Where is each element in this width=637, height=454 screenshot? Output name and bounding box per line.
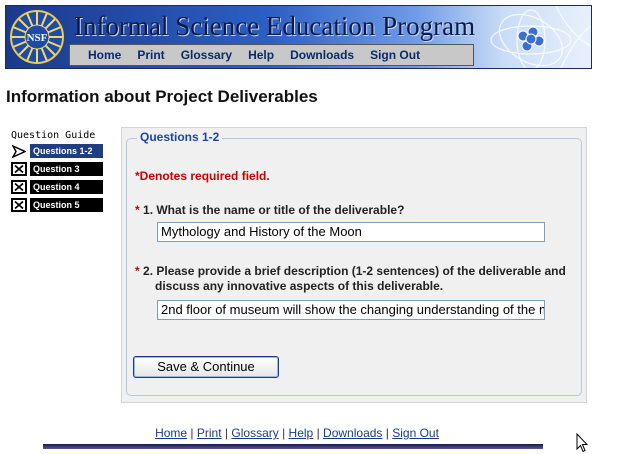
question-guide-title: Question Guide	[11, 130, 96, 141]
x-box-icon	[11, 180, 27, 194]
science-graphic	[490, 6, 591, 68]
required-marker: *	[135, 203, 140, 217]
nav-signout-link[interactable]: Sign Out	[370, 48, 420, 62]
fieldset-legend: Questions 1-2	[137, 130, 223, 144]
nav-glossary-link[interactable]: Glossary	[181, 48, 232, 62]
question-1-label: * 1. What is the name or title of the de…	[135, 203, 404, 217]
svg-text:NSF: NSF	[27, 32, 48, 44]
footer-glossary-link[interactable]: Glossary	[231, 426, 278, 440]
nav-home-link[interactable]: Home	[88, 48, 121, 62]
x-box-icon	[11, 198, 27, 212]
footer-home-link[interactable]: Home	[155, 426, 187, 440]
footer-separator: |	[316, 426, 320, 440]
guide-item-question-5[interactable]: Question 5	[11, 197, 103, 213]
question-guide: Question Guide Questions 1-2 Question 3 …	[11, 130, 103, 215]
guide-item-label: Questions 1-2	[30, 144, 103, 158]
required-note-text: Denotes required field.	[139, 169, 270, 183]
x-box-icon	[11, 162, 27, 176]
footer-print-link[interactable]: Print	[197, 426, 222, 440]
footer-bar	[43, 444, 543, 449]
guide-item-label: Question 4	[30, 180, 103, 194]
guide-item-label: Question 5	[30, 198, 103, 212]
deliverable-title-input[interactable]: Mythology and History of the Moon	[157, 222, 545, 242]
nav-downloads-link[interactable]: Downloads	[290, 48, 354, 62]
footer-separator: |	[282, 426, 286, 440]
guide-item-label: Question 3	[30, 162, 103, 176]
nav-print-link[interactable]: Print	[137, 48, 164, 62]
required-note: *Denotes required field.	[135, 169, 270, 183]
footer-signout-link[interactable]: Sign Out	[392, 426, 439, 440]
nsf-logo: NSF	[10, 10, 64, 64]
required-marker: *	[135, 264, 140, 278]
form-panel: Questions 1-2 *Denotes required field. *…	[121, 127, 587, 403]
deliverable-description-input[interactable]: 2nd floor of museum will show the changi…	[157, 300, 545, 320]
banner-title: Informal Science Education Program	[74, 11, 476, 41]
footer-separator: |	[385, 426, 389, 440]
footer-separator: |	[190, 426, 194, 440]
arrow-pointer-icon	[11, 144, 27, 158]
page-title: Information about Project Deliverables	[6, 87, 318, 106]
footer-links: Home | Print | Glossary | Help | Downloa…	[0, 426, 594, 440]
header-banner: NSF Informal Science Education Program H…	[5, 5, 592, 69]
footer-separator: |	[224, 426, 229, 440]
question-1-text: 1. What is the name or title of the deli…	[143, 203, 405, 217]
question-2-text-line2: discuss any innovative aspects of this d…	[155, 279, 444, 293]
guide-item-questions-1-2[interactable]: Questions 1-2	[11, 143, 103, 159]
save-continue-button[interactable]: Save & Continue	[133, 356, 279, 378]
question-2-label: * 2. Please provide a brief description …	[135, 264, 575, 294]
top-nav: Home Print Glossary Help Downloads Sign …	[69, 44, 474, 66]
footer-downloads-link[interactable]: Downloads	[323, 426, 382, 440]
guide-item-question-3[interactable]: Question 3	[11, 161, 103, 177]
mouse-cursor-icon	[576, 433, 588, 453]
question-2-text-line1: 2. Please provide a brief description (1…	[143, 264, 566, 278]
guide-item-question-4[interactable]: Question 4	[11, 179, 103, 195]
nav-help-link[interactable]: Help	[248, 48, 274, 62]
footer-help-link[interactable]: Help	[289, 426, 314, 440]
questions-fieldset: Questions 1-2 *Denotes required field. *…	[126, 130, 582, 396]
